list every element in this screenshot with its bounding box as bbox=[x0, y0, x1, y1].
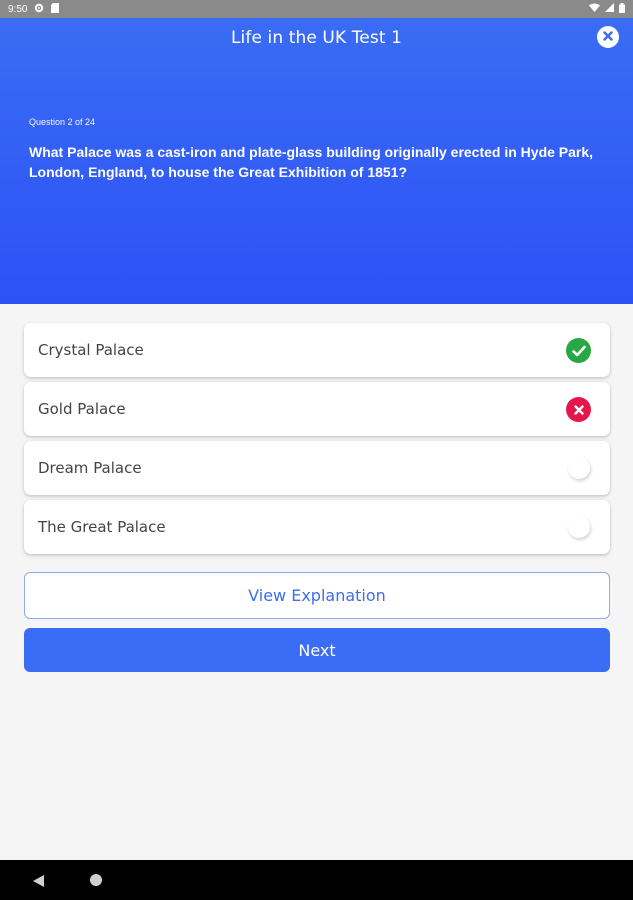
page-title: Life in the UK Test 1 bbox=[230, 28, 403, 48]
answer-option-dream-palace[interactable]: Dream Palace bbox=[24, 441, 610, 495]
question-counter: Question 2 of 24 bbox=[29, 117, 96, 127]
answer-option-label: Gold Palace bbox=[38, 400, 126, 418]
answer-option-the-great-palace[interactable]: The Great Palace bbox=[24, 500, 610, 554]
battery-icon bbox=[619, 2, 625, 16]
question-header: Life in the UK Test 1 Question 2 of 24 W… bbox=[0, 18, 633, 304]
settings-icon bbox=[34, 3, 44, 16]
view-explanation-button[interactable]: View Explanation bbox=[24, 572, 610, 619]
home-icon[interactable] bbox=[90, 874, 102, 886]
status-time: 9:50 bbox=[8, 3, 28, 15]
check-icon bbox=[566, 338, 591, 363]
answer-option-crystal-palace[interactable]: Crystal Palace bbox=[24, 323, 610, 377]
radio-empty-icon bbox=[568, 457, 590, 479]
question-text: What Palace was a cast-iron and plate-gl… bbox=[29, 144, 594, 180]
close-button[interactable] bbox=[597, 26, 619, 48]
system-nav-bar bbox=[0, 860, 633, 900]
radio-empty-icon bbox=[568, 516, 590, 538]
answer-option-label: Dream Palace bbox=[38, 459, 142, 477]
wifi-icon bbox=[589, 3, 600, 15]
answer-option-label: The Great Palace bbox=[38, 518, 166, 536]
answer-options: Crystal Palace Gold Palace Dream Palace … bbox=[24, 323, 610, 559]
status-bar: 9:50 bbox=[0, 0, 633, 18]
back-icon[interactable] bbox=[33, 874, 44, 892]
signal-icon bbox=[605, 3, 614, 15]
cross-icon bbox=[566, 397, 591, 422]
close-icon bbox=[603, 28, 613, 46]
answer-option-gold-palace[interactable]: Gold Palace bbox=[24, 382, 610, 436]
next-button[interactable]: Next bbox=[24, 628, 610, 672]
sd-card-icon bbox=[51, 2, 60, 16]
answer-option-label: Crystal Palace bbox=[38, 341, 144, 359]
